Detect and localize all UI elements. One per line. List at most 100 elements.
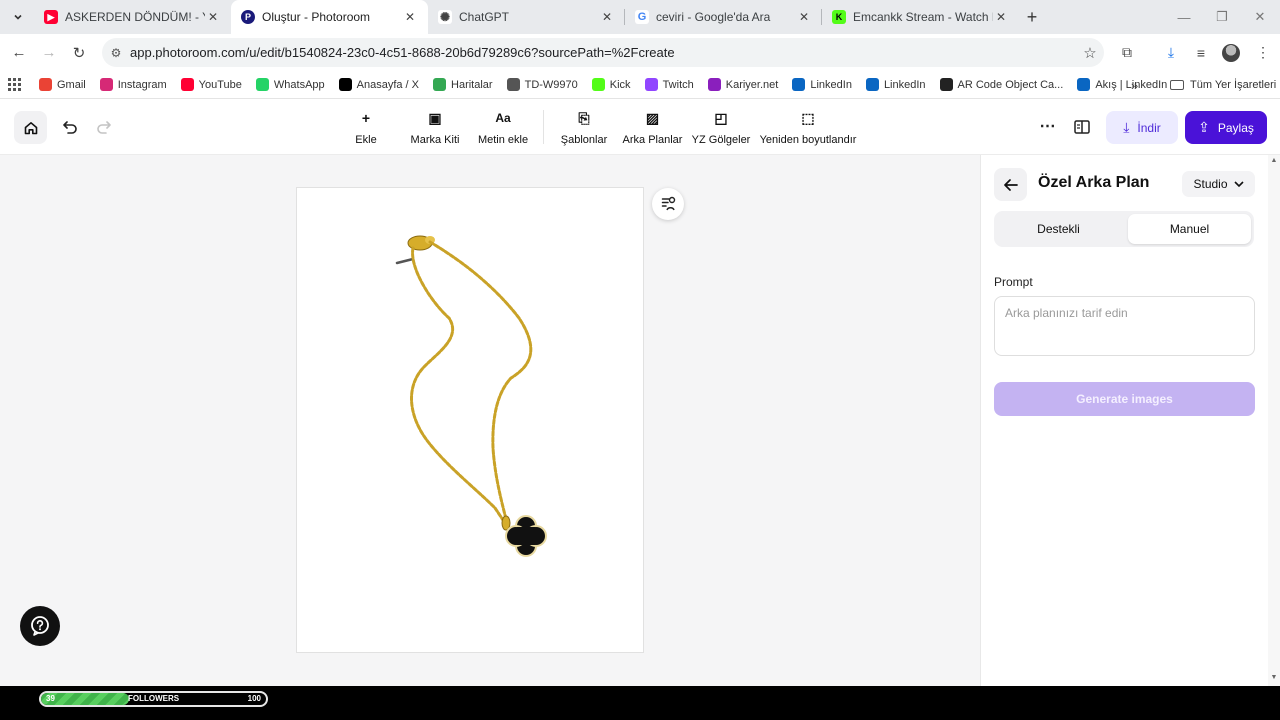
generate-images-button[interactable]: Generate images xyxy=(994,382,1255,416)
bookmark-item[interactable]: Anasayfa / X xyxy=(332,73,426,97)
sidebar-toggle-icon xyxy=(1074,120,1090,134)
address-bar[interactable]: ⚙ app.photoroom.com/u/edit/b1540824-23c0… xyxy=(102,38,1104,67)
browser-tab[interactable]: K Emcankk Stream - Watch Live o ✕ xyxy=(822,0,1019,34)
bookmark-item[interactable]: LinkedIn xyxy=(859,73,933,97)
tool-backgrounds[interactable]: ▨ Arka Planlar xyxy=(622,109,683,147)
chat-edit-icon xyxy=(661,196,676,211)
restore-icon[interactable]: ❐ xyxy=(1204,0,1240,34)
layers-panel-button[interactable] xyxy=(1072,117,1092,137)
bookmark-item[interactable]: AR Code Object Ca... xyxy=(933,73,1071,97)
site-settings-icon[interactable]: ⚙ xyxy=(102,46,130,60)
close-icon[interactable]: ✕ xyxy=(205,10,221,24)
backgrounds-icon: ▨ xyxy=(645,109,660,126)
browser-tab[interactable]: ✺ ChatGPT ✕ xyxy=(428,0,625,34)
redo-button[interactable] xyxy=(93,116,115,138)
bookmark-item[interactable]: LinkedIn xyxy=(785,73,859,97)
studio-dropdown[interactable]: Studio xyxy=(1182,171,1255,197)
forward-arrow-icon[interactable]: → xyxy=(34,38,64,68)
necklace-image[interactable] xyxy=(297,188,645,654)
tool-brand-kit[interactable]: ▣ Marka Kiti xyxy=(411,110,460,147)
chevron-down-icon xyxy=(14,14,22,20)
downloads-icon[interactable]: ⤓ xyxy=(1156,34,1186,71)
tab-search-button[interactable] xyxy=(6,5,30,29)
bookmark-item[interactable]: Kariyer.net xyxy=(701,73,786,97)
tool-label: Metin ekle xyxy=(477,134,529,146)
more-bookmarks-button[interactable]: » xyxy=(1131,71,1138,99)
extensions-icon[interactable]: ⧉ xyxy=(1112,34,1142,71)
window-close-icon[interactable]: ✕ xyxy=(1242,0,1278,34)
tool-resize[interactable]: ⬚ Yeniden boyutlandır xyxy=(760,109,857,147)
bookmark-item[interactable]: Gmail xyxy=(32,73,93,97)
followers-goal: 100 xyxy=(247,694,261,703)
bookmark-item[interactable]: Instagram xyxy=(93,73,174,97)
close-icon[interactable]: ✕ xyxy=(796,10,812,24)
bookmark-label: YouTube xyxy=(198,78,242,91)
minimize-icon[interactable]: — xyxy=(1166,0,1202,34)
profile-avatar[interactable] xyxy=(1216,34,1246,71)
url-text[interactable]: app.photoroom.com/u/edit/b1540824-23c0-4… xyxy=(130,45,1076,60)
canvas-ai-chat-button[interactable] xyxy=(652,188,684,220)
linkedin-icon xyxy=(792,78,806,91)
bookmark-item[interactable]: Haritalar xyxy=(426,73,500,97)
share-icon: ⇪ xyxy=(1198,119,1210,135)
tab-title: Emcankk Stream - Watch Live o xyxy=(853,10,993,24)
share-button[interactable]: ⇪ Paylaş xyxy=(1185,111,1267,144)
resize-icon: ⬚ xyxy=(801,109,815,126)
close-icon[interactable]: ✕ xyxy=(402,10,418,24)
scroll-down-arrow-icon[interactable]: ▼ xyxy=(1270,674,1278,681)
panel-title: Özel Arka Plan xyxy=(1038,174,1150,191)
bookmark-star-icon[interactable]: ☆ xyxy=(1076,44,1104,62)
browser-toolbar: ← → ↻ ⚙ app.photoroom.com/u/edit/b154082… xyxy=(0,34,1280,71)
segment-assisted[interactable]: Destekli xyxy=(997,214,1120,244)
avatar xyxy=(1222,43,1240,62)
back-arrow-icon[interactable]: ← xyxy=(4,38,34,68)
tab-title: Oluştur - Photoroom xyxy=(262,10,371,24)
page-scrollbar[interactable]: ▲ ▼ xyxy=(1268,155,1280,686)
canvas-workspace[interactable] xyxy=(0,155,980,686)
bookmark-item[interactable]: Kick xyxy=(585,73,638,97)
browser-tab[interactable]: ▶ ASKERDEN DÖNDÜM! - YouTube ✕ xyxy=(34,0,231,34)
help-button[interactable] xyxy=(20,606,60,646)
tool-label: Arka Planlar xyxy=(622,134,683,146)
browser-tab-active[interactable]: P Oluştur - Photoroom ✕ xyxy=(231,0,428,34)
tool-ai-shadows[interactable]: ◰ YZ Gölgeler xyxy=(692,110,751,147)
download-icon: ⤓ xyxy=(1123,119,1130,135)
linkedin-icon xyxy=(865,78,879,91)
media-controls-icon[interactable]: ≡ xyxy=(1186,34,1216,71)
scroll-up-arrow-icon[interactable]: ▲ xyxy=(1270,157,1278,164)
bookmark-label: TD-W9970 xyxy=(524,78,578,91)
bookmark-item[interactable]: Twitch xyxy=(638,73,701,97)
undo-icon xyxy=(63,121,77,134)
bookmark-item[interactable]: TD-W9970 xyxy=(500,73,585,97)
more-options-icon[interactable]: ⋯ xyxy=(1038,116,1058,138)
download-button[interactable]: ⤓ İndir xyxy=(1106,111,1178,144)
share-label: Paylaş xyxy=(1217,120,1254,135)
reload-icon[interactable]: ↻ xyxy=(64,38,94,68)
prompt-input[interactable] xyxy=(994,296,1255,356)
bookmark-item[interactable]: WhatsApp xyxy=(249,73,332,97)
close-icon[interactable]: ✕ xyxy=(599,10,615,24)
new-tab-button[interactable]: + xyxy=(1019,0,1045,34)
browser-menu-icon[interactable]: ⋮ xyxy=(1248,34,1278,71)
tab-title: ceviri - Google'da Ara xyxy=(656,10,771,24)
browser-tab[interactable]: G ceviri - Google'da Ara ✕ xyxy=(625,0,822,34)
all-bookmarks-folder[interactable]: Tüm Yer İşaretleri xyxy=(1170,71,1276,99)
tool-add-text[interactable]: Aa Metin ekle xyxy=(477,110,529,146)
bookmark-label: LinkedIn xyxy=(810,78,852,91)
apps-grid-icon[interactable] xyxy=(8,77,22,92)
tool-templates[interactable]: ⎘ Şablonlar xyxy=(561,110,607,147)
design-canvas[interactable] xyxy=(296,187,644,653)
bookmark-item[interactable]: Akış | LinkedIn xyxy=(1070,73,1174,97)
close-icon[interactable]: ✕ xyxy=(993,10,1009,24)
browser-tab-strip: ▶ ASKERDEN DÖNDÜM! - YouTube ✕ P Oluştur… xyxy=(0,0,1280,34)
panel-back-button[interactable] xyxy=(994,168,1027,201)
editor-toolbar: + Ekle ▣ Marka Kiti Aa Metin ekle ⎘ Şabl… xyxy=(0,100,1280,155)
kick-icon: K xyxy=(832,10,846,24)
redo-icon xyxy=(97,121,111,134)
kariyer-icon xyxy=(707,78,721,91)
segment-manual[interactable]: Manuel xyxy=(1128,214,1251,244)
undo-button[interactable] xyxy=(59,116,81,138)
bookmark-item[interactable]: YouTube xyxy=(174,73,249,97)
home-button[interactable] xyxy=(14,111,47,144)
tool-add[interactable]: + Ekle xyxy=(355,110,376,146)
